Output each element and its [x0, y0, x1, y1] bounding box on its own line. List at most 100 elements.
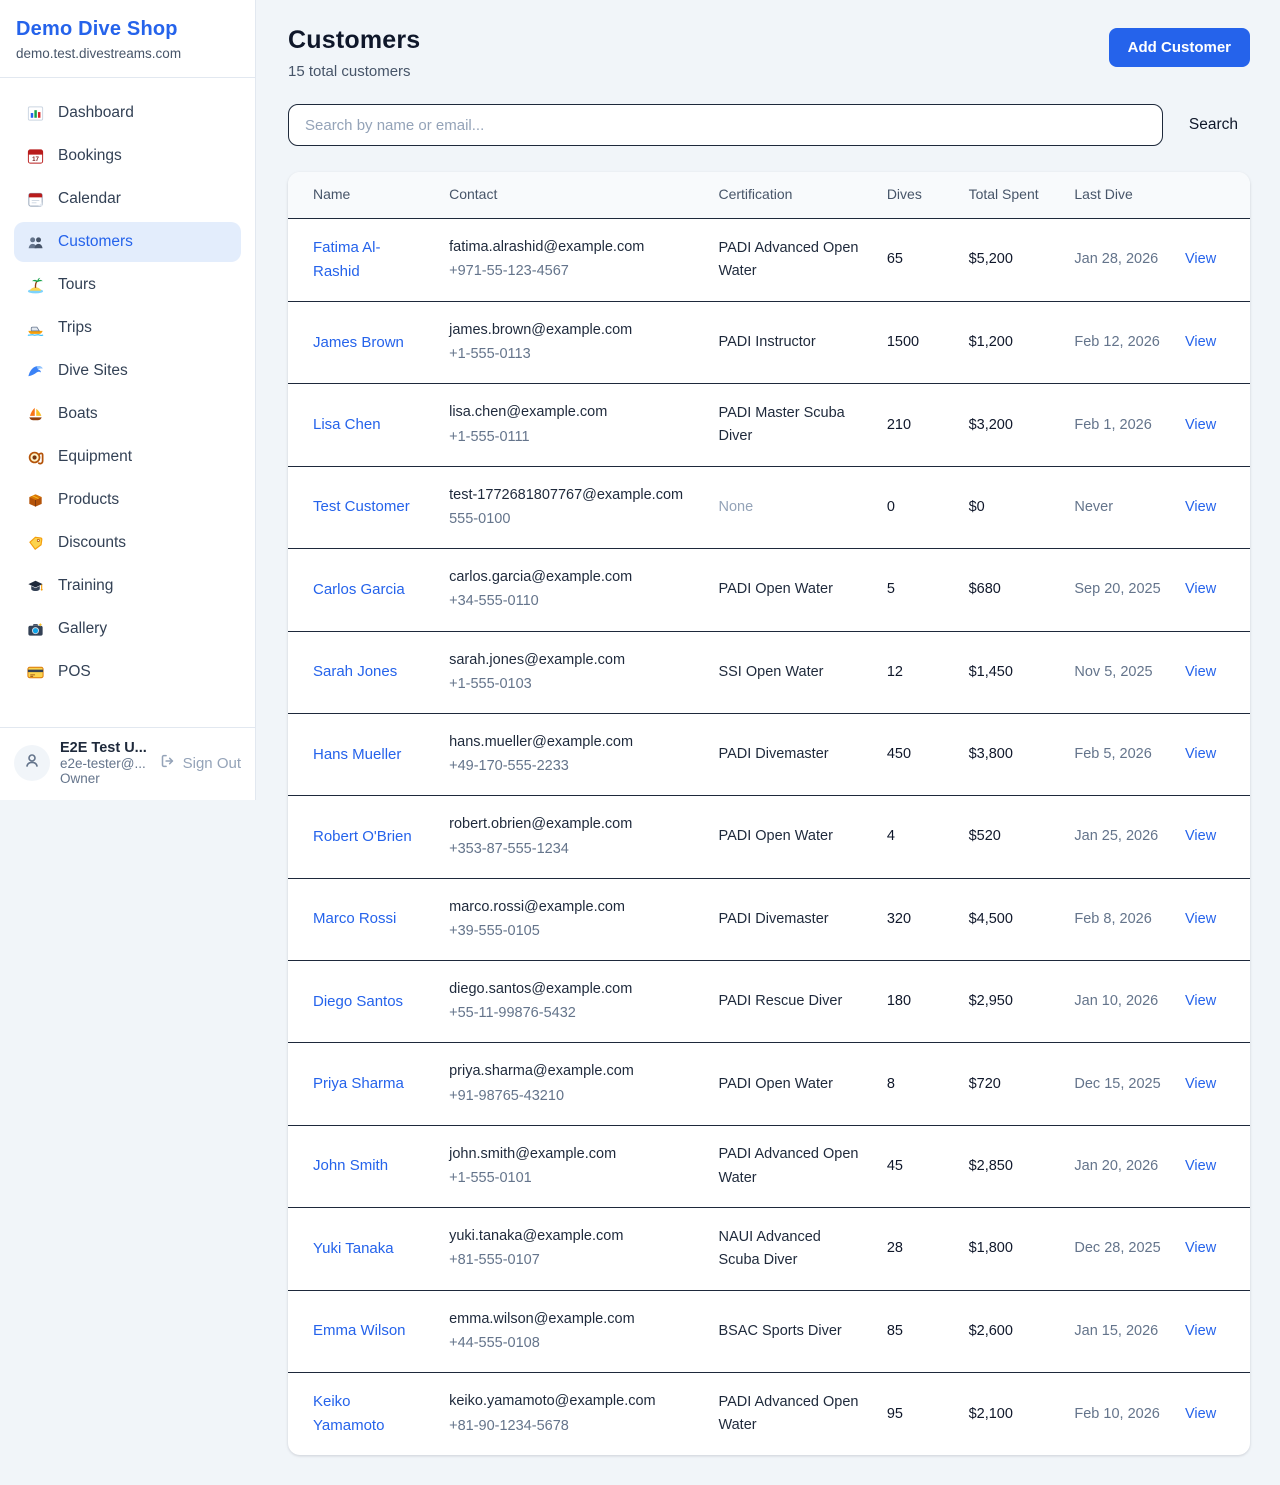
customer-name-link[interactable]: Carlos Garcia — [313, 581, 405, 598]
dives-cell: 45 — [875, 1125, 957, 1207]
view-link[interactable]: View — [1185, 993, 1216, 1009]
customer-name-link[interactable]: Lisa Chen — [313, 416, 381, 433]
customer-name-link[interactable]: Diego Santos — [313, 993, 403, 1010]
customer-phone: +34-555-0110 — [449, 590, 694, 613]
customer-phone: +1-555-0113 — [449, 343, 694, 366]
customer-count: 15 total customers — [288, 63, 420, 80]
view-link[interactable]: View — [1185, 581, 1216, 597]
view-link[interactable]: View — [1185, 911, 1216, 927]
view-link[interactable]: View — [1185, 499, 1216, 515]
last-dive-cell: Feb 8, 2026 — [1062, 878, 1173, 960]
customer-name-link[interactable]: Yuki Tanaka — [313, 1240, 394, 1257]
search-input[interactable] — [288, 104, 1163, 146]
column-header-actions — [1173, 172, 1250, 218]
view-link[interactable]: View — [1185, 664, 1216, 680]
sidebar-item-pos[interactable]: POS — [14, 652, 241, 692]
contact-cell: keiko.yamamoto@example.com +81-90-1234-5… — [437, 1372, 706, 1455]
sidebar-item-tours[interactable]: Tours — [14, 265, 241, 305]
customer-phone: +44-555-0108 — [449, 1332, 694, 1355]
customer-name-link[interactable]: Marco Rossi — [313, 910, 396, 927]
view-link[interactable]: View — [1185, 1158, 1216, 1174]
customer-name-link[interactable]: Fatima Al-Rashid — [313, 239, 381, 280]
view-cell: View — [1173, 384, 1250, 466]
motorboat-icon — [26, 319, 45, 338]
view-link[interactable]: View — [1185, 1323, 1216, 1339]
calendar-date-icon: 17 — [26, 147, 45, 166]
customer-name-link[interactable]: Priya Sharma — [313, 1075, 404, 1092]
customer-email: sarah.jones@example.com — [449, 649, 694, 672]
main-content: Customers 15 total customers Add Custome… — [256, 0, 1280, 1482]
view-link[interactable]: View — [1185, 417, 1216, 433]
view-link[interactable]: View — [1185, 334, 1216, 350]
sidebar-item-gallery[interactable]: Gallery — [14, 609, 241, 649]
sign-out-button[interactable]: Sign Out — [158, 752, 241, 774]
person-icon — [22, 751, 42, 776]
page-title: Customers — [288, 26, 420, 55]
sidebar-item-training[interactable]: Training — [14, 566, 241, 606]
contact-cell: priya.sharma@example.com +91-98765-43210 — [437, 1043, 706, 1125]
customer-name-link[interactable]: John Smith — [313, 1157, 388, 1174]
shop-title: Demo Dive Shop — [16, 18, 239, 41]
add-customer-button[interactable]: Add Customer — [1109, 28, 1250, 67]
sidebar-item-boats[interactable]: Boats — [14, 394, 241, 434]
view-cell: View — [1173, 302, 1250, 384]
customer-email: keiko.yamamoto@example.com — [449, 1390, 694, 1413]
calendar-pad-icon — [26, 190, 45, 209]
customer-name-link[interactable]: Sarah Jones — [313, 663, 397, 680]
sidebar-item-bookings[interactable]: 17 Bookings — [14, 136, 241, 176]
customer-name-link[interactable]: Test Customer — [313, 498, 410, 515]
customer-name-link[interactable]: Hans Mueller — [313, 746, 401, 763]
customer-phone: +1-555-0103 — [449, 673, 694, 696]
customer-name-cell: Yuki Tanaka — [288, 1208, 437, 1290]
sidebar-item-dive-sites[interactable]: Dive Sites — [14, 351, 241, 391]
customer-email: james.brown@example.com — [449, 319, 694, 342]
certification-cell: None — [706, 466, 874, 548]
sidebar-item-discounts[interactable]: Discounts — [14, 523, 241, 563]
customer-name-link[interactable]: Keiko Yamamoto — [313, 1393, 384, 1434]
table-row: Hans Mueller hans.mueller@example.com +4… — [288, 713, 1250, 795]
customer-name-cell: Diego Santos — [288, 961, 437, 1043]
customer-email: yuki.tanaka@example.com — [449, 1225, 694, 1248]
total-spent-cell: $4,500 — [957, 878, 1063, 960]
table-header-row: Name Contact Certification Dives Total S… — [288, 172, 1250, 218]
total-spent-cell: $2,850 — [957, 1125, 1063, 1207]
view-cell: View — [1173, 1208, 1250, 1290]
view-link[interactable]: View — [1185, 1076, 1216, 1092]
customer-phone: +971-55-123-4567 — [449, 260, 694, 283]
customer-phone: 555-0100 — [449, 508, 694, 531]
column-header-dives: Dives — [875, 172, 957, 218]
customer-name-link[interactable]: James Brown — [313, 334, 404, 351]
view-link[interactable]: View — [1185, 1240, 1216, 1256]
customer-email: marco.rossi@example.com — [449, 896, 694, 919]
sidebar-item-trips[interactable]: Trips — [14, 308, 241, 348]
customer-name-link[interactable]: Emma Wilson — [313, 1322, 406, 1339]
customer-name-cell: John Smith — [288, 1125, 437, 1207]
last-dive-cell: Feb 5, 2026 — [1062, 713, 1173, 795]
sidebar-item-calendar[interactable]: Calendar — [14, 179, 241, 219]
sidebar-item-products[interactable]: Products — [14, 480, 241, 520]
last-dive-cell: Jan 10, 2026 — [1062, 961, 1173, 1043]
certification-cell: PADI Open Water — [706, 1043, 874, 1125]
customer-name-link[interactable]: Robert O'Brien — [313, 828, 412, 845]
total-spent-cell: $2,100 — [957, 1372, 1063, 1455]
dives-cell: 210 — [875, 384, 957, 466]
last-dive-cell: Jan 20, 2026 — [1062, 1125, 1173, 1207]
certification-cell: PADI Open Water — [706, 549, 874, 631]
view-link[interactable]: View — [1185, 746, 1216, 762]
sidebar-item-equipment[interactable]: Equipment — [14, 437, 241, 477]
customer-phone: +1-555-0101 — [449, 1167, 694, 1190]
package-icon — [26, 491, 45, 510]
shop-domain: demo.test.divestreams.com — [16, 46, 239, 61]
view-link[interactable]: View — [1185, 1406, 1216, 1422]
sidebar-item-customers[interactable]: Customers — [14, 222, 241, 262]
view-link[interactable]: View — [1185, 251, 1216, 267]
customer-email: john.smith@example.com — [449, 1143, 694, 1166]
bar-chart-icon — [26, 104, 45, 123]
view-link[interactable]: View — [1185, 828, 1216, 844]
certification-cell: PADI Master Scuba Diver — [706, 384, 874, 466]
search-button[interactable]: Search — [1189, 116, 1250, 134]
sidebar-item-dashboard[interactable]: Dashboard — [14, 93, 241, 133]
last-dive-cell: Feb 1, 2026 — [1062, 384, 1173, 466]
dives-cell: 5 — [875, 549, 957, 631]
island-icon — [26, 276, 45, 295]
